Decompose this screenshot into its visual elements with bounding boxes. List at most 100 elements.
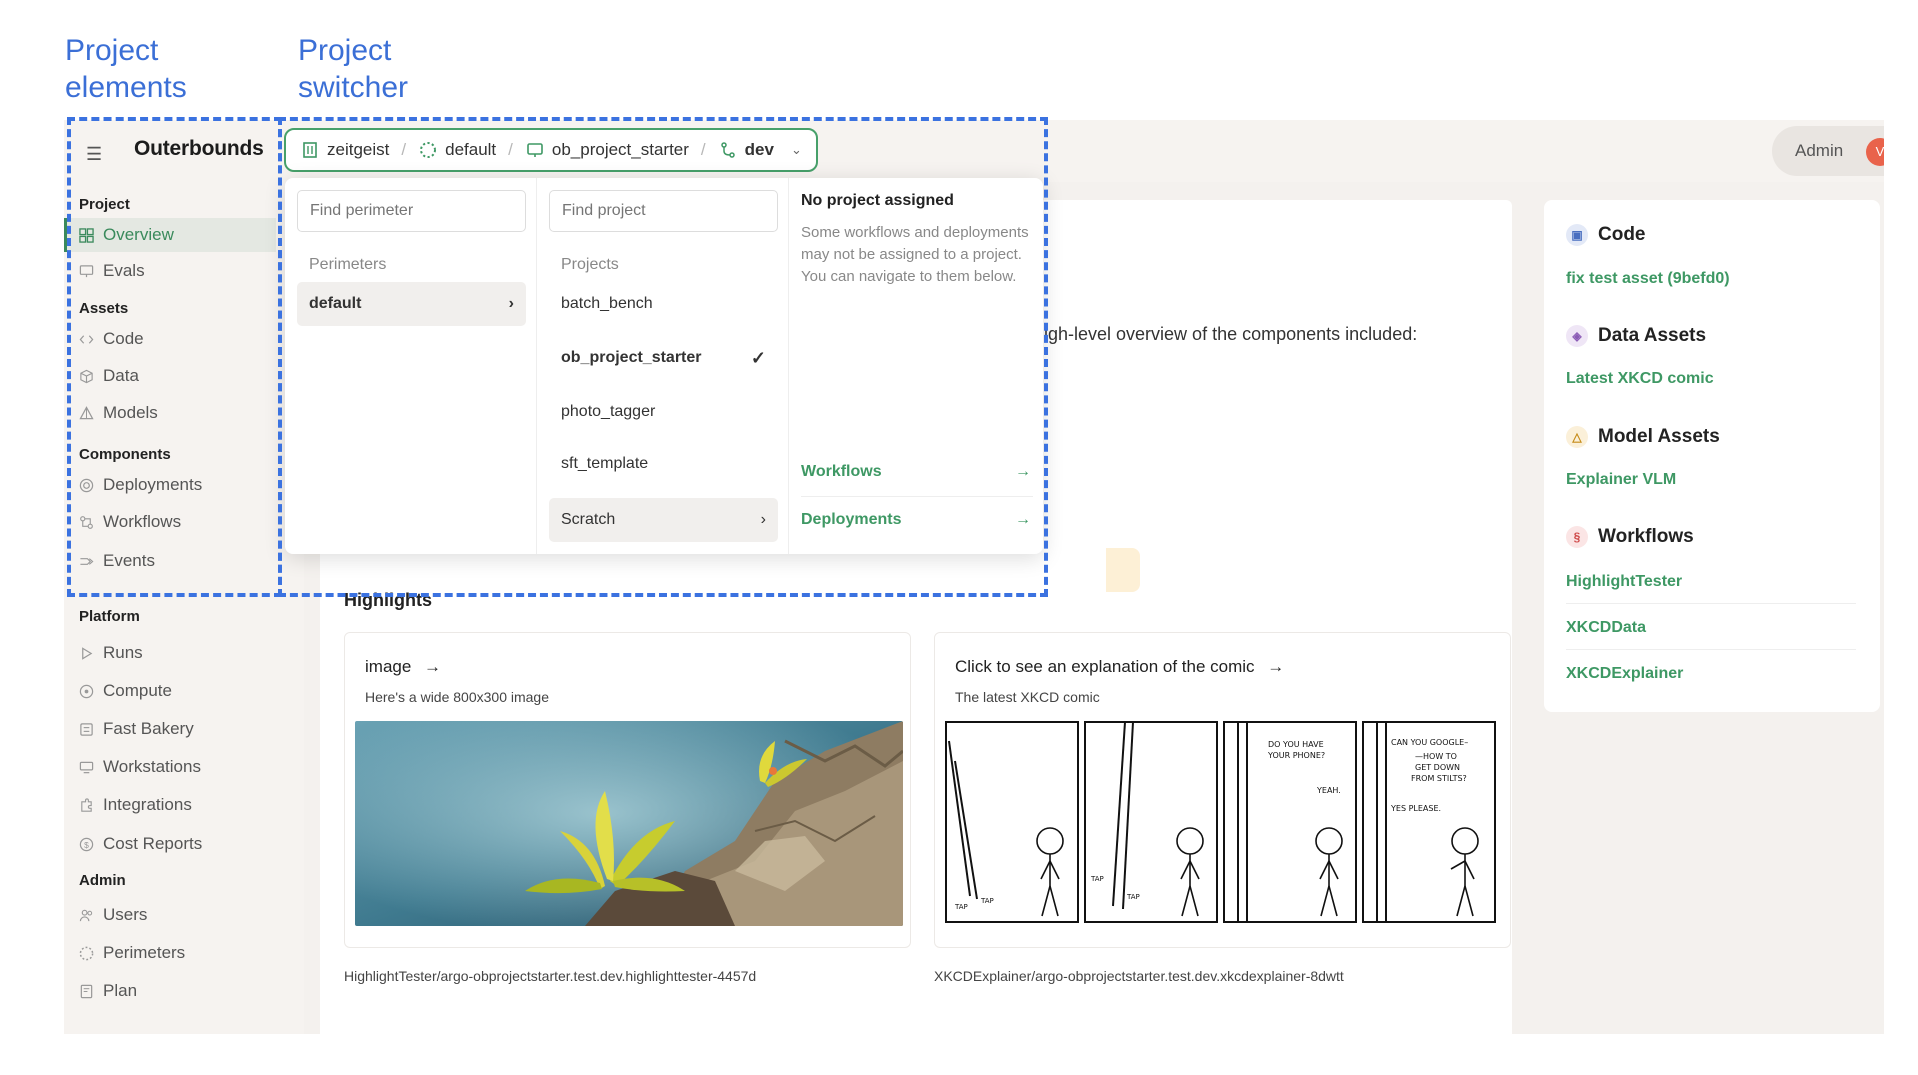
- perimeter-item-default[interactable]: default ›: [297, 282, 526, 326]
- sidebar-item-label: Models: [103, 403, 158, 422]
- chevron-right-icon: ›: [508, 295, 514, 312]
- divider: [1566, 603, 1856, 604]
- workflow-icon: §: [1566, 526, 1588, 548]
- project-item[interactable]: photo_tagger: [549, 390, 778, 434]
- cube-icon: [80, 369, 93, 383]
- no-project-description: Some workflows and deployments may not b…: [801, 224, 1029, 285]
- assets-panel: ▣ Code fix test asset (9befd0) ◈ Data As…: [1544, 200, 1880, 712]
- project-item[interactable]: sft_template: [549, 442, 778, 486]
- crumb-perimeter[interactable]: zeitgeist: [300, 140, 389, 160]
- model-icon: [79, 405, 94, 419]
- workflow-icon: [80, 515, 93, 529]
- crumb-separator: /: [700, 140, 706, 159]
- sidebar-item-data[interactable]: Data: [64, 359, 276, 393]
- play-icon: [82, 646, 93, 660]
- code-heading-text: Code: [1598, 224, 1646, 245]
- sidebar-item-fast-bakery[interactable]: Fast Bakery: [64, 712, 276, 746]
- highlights-title: Highlights: [344, 590, 432, 610]
- code-link[interactable]: fix test asset (9befd0): [1566, 270, 1730, 288]
- sidebar-item-label: Runs: [103, 643, 143, 662]
- arrow-right-icon: →: [1015, 511, 1031, 528]
- sidebar: Project Overview Evals Assets Code Data …: [64, 182, 304, 1034]
- annotation-line: switcher: [298, 71, 409, 104]
- arrow-right-icon: →: [424, 657, 442, 676]
- comic-speech: GET DOWN: [1415, 763, 1460, 772]
- perimeter-item-label: default: [309, 295, 362, 312]
- checkmark-icon: ✓: [750, 347, 766, 368]
- perimeter-search-input[interactable]: [297, 190, 526, 232]
- scratch-item[interactable]: Scratch ›: [549, 498, 778, 542]
- comic-speech: YES PLEASE.: [1390, 804, 1441, 813]
- highlight-caption: HighlightTester/argo-obprojectstarter.te…: [344, 968, 757, 984]
- brand-logo[interactable]: Outerbounds: [134, 137, 264, 161]
- project-breadcrumb[interactable]: zeitgeist / default / ob_project_starter…: [284, 128, 818, 172]
- sidebar-item-runs[interactable]: Runs: [64, 636, 276, 670]
- sidebar-item-evals[interactable]: Evals: [64, 254, 276, 288]
- sidebar-item-perimeters[interactable]: Perimeters: [64, 936, 276, 970]
- sidebar-item-label: Integrations: [103, 795, 192, 814]
- admin-menu[interactable]: Admin V: [1772, 126, 1884, 176]
- photo-image: [355, 721, 903, 926]
- perimeter-column: Perimeters default ›: [285, 178, 537, 554]
- highlight-card-comic[interactable]: Click to see an explanation of the comic…: [934, 632, 1511, 948]
- sidebar-item-events[interactable]: Events: [64, 544, 276, 578]
- comic-tap: TAP: [954, 903, 968, 911]
- grid-icon: [79, 227, 94, 243]
- workflow-link[interactable]: XKCDData: [1566, 619, 1646, 637]
- project-search-input[interactable]: [549, 190, 778, 232]
- sidebar-item-cost-reports[interactable]: $ Cost Reports: [64, 827, 276, 861]
- svg-text:$: $: [84, 839, 89, 849]
- workflows-link[interactable]: Workflows →: [801, 450, 1031, 494]
- divider: [1566, 649, 1856, 650]
- sidebar-item-workflows[interactable]: Workflows: [64, 505, 276, 539]
- sidebar-item-label: Deployments: [103, 475, 203, 494]
- project-item-label: ob_project_starter: [561, 349, 702, 366]
- comic-tap: TAP: [1126, 893, 1140, 901]
- sidebar-section-platform: Platform: [79, 608, 140, 625]
- deployments-link-label: Deployments: [801, 511, 902, 528]
- target-icon: [79, 478, 94, 492]
- comic-speech: —HOW TO: [1415, 752, 1457, 761]
- avatar: V: [1866, 138, 1884, 166]
- highlight-title[interactable]: Click to see an explanation of the comic…: [955, 657, 1284, 677]
- git-branch-icon: [720, 142, 735, 158]
- sidebar-item-deployments[interactable]: Deployments: [64, 468, 276, 502]
- chevron-right-icon: ›: [760, 511, 766, 528]
- crumb-namespace[interactable]: default: [418, 140, 496, 160]
- sidebar-item-workstations[interactable]: Workstations: [64, 750, 276, 784]
- sidebar-item-compute[interactable]: Compute: [64, 674, 276, 708]
- comic-speech: FROM STILTS?: [1411, 774, 1467, 783]
- no-project-column: No project assigned Some workflows and d…: [789, 178, 1043, 554]
- workflow-link[interactable]: XKCDExplainer: [1566, 665, 1683, 683]
- annotation-line: Project: [298, 34, 392, 67]
- project-item[interactable]: batch_bench: [549, 282, 778, 326]
- highlight-title[interactable]: image →: [365, 657, 441, 677]
- project-item-selected[interactable]: ob_project_starter ✓: [549, 336, 778, 380]
- workflow-link[interactable]: HighlightTester: [1566, 573, 1682, 591]
- admin-label: Admin: [1795, 141, 1844, 160]
- sidebar-item-users[interactable]: Users: [64, 898, 276, 932]
- crumb-separator: /: [508, 140, 513, 159]
- crumb-project[interactable]: ob_project_starter: [525, 140, 689, 160]
- menu-icon[interactable]: ☰: [86, 144, 102, 165]
- data-assets-heading-text: Data Assets: [1598, 325, 1707, 346]
- project-item-label: sft_template: [561, 455, 649, 472]
- sidebar-item-label: Compute: [103, 681, 172, 700]
- highlight-card-image[interactable]: image → Here's a wide 800x300 image: [344, 632, 911, 948]
- data-asset-link[interactable]: Latest XKCD comic: [1566, 370, 1714, 388]
- sidebar-item-integrations[interactable]: Integrations: [64, 788, 276, 822]
- annotation-line: Project: [65, 34, 159, 67]
- crumb-branch[interactable]: dev ⌄: [718, 140, 802, 160]
- chevron-down-icon: ⌄: [790, 142, 802, 157]
- sidebar-item-overview[interactable]: Overview: [64, 218, 276, 252]
- sidebar-item-code[interactable]: Code: [64, 322, 276, 356]
- bakery-icon: [80, 722, 93, 736]
- model-asset-link[interactable]: Explainer VLM: [1566, 471, 1676, 489]
- highlight-title-text: Click to see an explanation of the comic: [955, 657, 1255, 676]
- sidebar-item-models[interactable]: Models: [64, 396, 276, 430]
- comic-speech: CAN YOU GOOGLE–: [1391, 738, 1468, 747]
- sidebar-item-label: Data: [103, 366, 139, 385]
- deployments-link[interactable]: Deployments →: [801, 498, 1031, 542]
- sidebar-item-plan[interactable]: Plan: [64, 974, 276, 1008]
- scratch-label: Scratch: [561, 511, 616, 528]
